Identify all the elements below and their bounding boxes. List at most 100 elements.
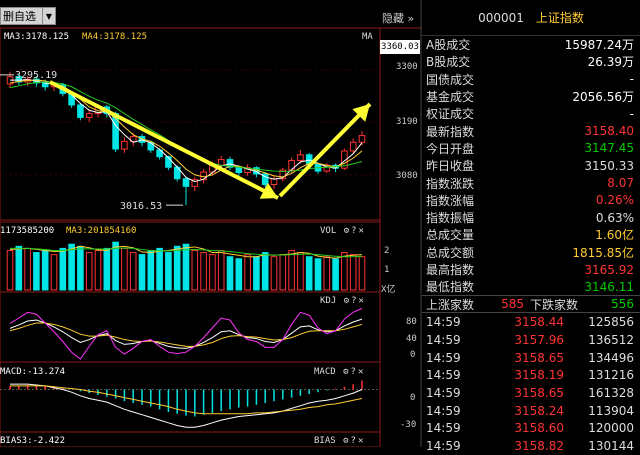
quote-row-label: 指数涨跌: [426, 176, 475, 191]
quote-row: 国债成交 -: [422, 71, 640, 88]
market-breadth: 上涨家数 585 下跌家数 556: [422, 295, 640, 314]
quote-row-value: 0.63%: [595, 210, 634, 225]
volume-bar: [209, 254, 216, 291]
triangle-down-icon[interactable]: ▼: [42, 8, 55, 24]
quote-row-value: 15987.24万: [564, 38, 634, 53]
close-icon[interactable]: ✕: [358, 367, 363, 377]
tick-volume: 120000: [588, 421, 634, 436]
kdj-line: [9, 322, 363, 347]
quote-row: 最低指数 3146.11: [422, 278, 640, 295]
volume-bar: [24, 247, 31, 291]
question-icon[interactable]: ?: [351, 367, 356, 377]
indicator-label: MA: [362, 32, 373, 42]
volume-bar: [68, 243, 75, 291]
quote-row-label: 最低指数: [426, 280, 475, 295]
volume-bar: [165, 252, 172, 291]
tick-time: 14:59: [426, 386, 461, 401]
quote-row: B股成交 26.39万: [422, 53, 640, 70]
tick-volume: 125856: [588, 315, 634, 330]
quote-row-label: 最新指数: [426, 124, 475, 139]
close-icon[interactable]: ✕: [359, 226, 364, 236]
tick-time: 14:59: [426, 350, 461, 365]
candle-body: [182, 178, 190, 187]
quote-row-value: 3146.11: [584, 279, 634, 294]
quote-row-value: 8.07: [607, 176, 634, 191]
quote-row: 最新指数 3158.40: [422, 122, 640, 139]
bias-title: BIAS: [314, 436, 336, 446]
macd-toolbar: MACD ⚙? ✕: [312, 367, 363, 377]
quote-row: 总成交量 1.60亿: [422, 226, 640, 243]
volume-bar: [279, 254, 287, 291]
macd-title: MACD: [314, 367, 336, 377]
y-tick-3190: 3190: [396, 117, 418, 127]
down-count-label: 下跌家数: [530, 297, 579, 312]
gear-icon[interactable]: ⚙: [343, 436, 348, 446]
quote-header: 000001 上证指数: [422, 0, 640, 36]
hide-panel-button[interactable]: 隐藏 »: [382, 10, 414, 26]
candle-body: [358, 135, 366, 143]
kdj-toolbar: KDJ ⚙? ✕: [318, 296, 364, 306]
question-icon[interactable]: ?: [351, 296, 356, 306]
tick-price: 3158.65: [514, 350, 564, 365]
tick-list[interactable]: 14:59 3158.44 125856 14:59 3157.96 136512 14:5…: [422, 313, 640, 455]
tick-time: 14:59: [426, 332, 461, 347]
tick-row: 14:59 3158.82 130144: [422, 437, 640, 455]
kdj-tick-0: 0: [410, 350, 416, 360]
volume-bar: [323, 256, 331, 291]
tick-price: 3158.82: [514, 439, 564, 454]
gear-icon[interactable]: ⚙: [344, 296, 349, 306]
volume-bar: [147, 249, 155, 291]
volume-bar: [261, 252, 269, 291]
vol-tick-1: 1: [384, 265, 390, 275]
y-tick-3080: 3080: [396, 171, 418, 181]
quote-row-label: 指数涨幅: [426, 193, 475, 208]
gear-icon[interactable]: ⚙: [344, 226, 349, 236]
close-icon[interactable]: ✕: [358, 436, 363, 446]
question-icon[interactable]: ?: [351, 226, 356, 236]
tick-row: 14:59 3158.60 120000: [422, 420, 640, 438]
quote-row-value: 3147.45: [584, 141, 634, 156]
question-icon[interactable]: ?: [351, 436, 356, 446]
current-price-box: 3360.03: [380, 40, 420, 54]
close-icon[interactable]: ✕: [359, 296, 364, 306]
candle-body: [288, 160, 295, 171]
tick-time: 14:59: [426, 368, 461, 383]
quote-rows: A股成交 15987.24万 B股成交 26.39万 国债成交 - 基金成交 2056.56万…: [422, 36, 640, 295]
tick-time: 14:59: [426, 421, 461, 436]
quote-row: A股成交 15987.24万: [422, 36, 640, 53]
quote-row-label: B股成交: [426, 55, 471, 70]
tick-price: 3158.65: [514, 386, 564, 401]
quote-row-label: 总成交量: [426, 228, 475, 243]
vol-unit: X亿: [381, 285, 396, 295]
gear-icon[interactable]: ⚙: [343, 367, 348, 377]
tick-price: 3157.96: [514, 332, 564, 347]
trend-arrow-down-shaft: [49, 80, 279, 200]
volume-bar: [41, 249, 49, 291]
up-count-value: 585: [501, 297, 525, 312]
tick-row: 14:59 3158.65 161328: [422, 384, 640, 402]
candle-body: [77, 104, 84, 118]
quote-row-value: 3165.92: [584, 262, 634, 277]
tick-price: 3158.24: [514, 403, 564, 418]
volume-bar: [121, 247, 128, 291]
tick-volume: 161328: [588, 386, 634, 401]
volume-bar: [94, 249, 102, 291]
up-count-label: 上涨家数: [426, 297, 475, 312]
quote-row-label: 最高指数: [426, 263, 475, 277]
volume-bar: [173, 245, 181, 291]
volume-bar: [297, 252, 304, 291]
volume-bar: [138, 254, 146, 291]
tick-price: 3158.19: [514, 368, 564, 383]
volume-bar: [358, 256, 366, 291]
tick-price: 3158.44: [514, 315, 564, 330]
quote-row-value: 26.39万: [587, 55, 634, 70]
tick-volume: 113904: [588, 403, 634, 418]
remove-watchlist-button[interactable]: 删自选: [1, 8, 42, 24]
y-tick-3300: 3300: [396, 62, 418, 72]
volume-bar: [200, 252, 207, 291]
volume-bar: [191, 249, 199, 291]
tick-row: 14:59 3158.65 134496: [422, 349, 640, 367]
tick-time: 14:59: [426, 315, 461, 330]
tick-row: 14:59 3157.96 136512: [422, 331, 640, 349]
low-price-label: 3016.53: [120, 201, 162, 212]
